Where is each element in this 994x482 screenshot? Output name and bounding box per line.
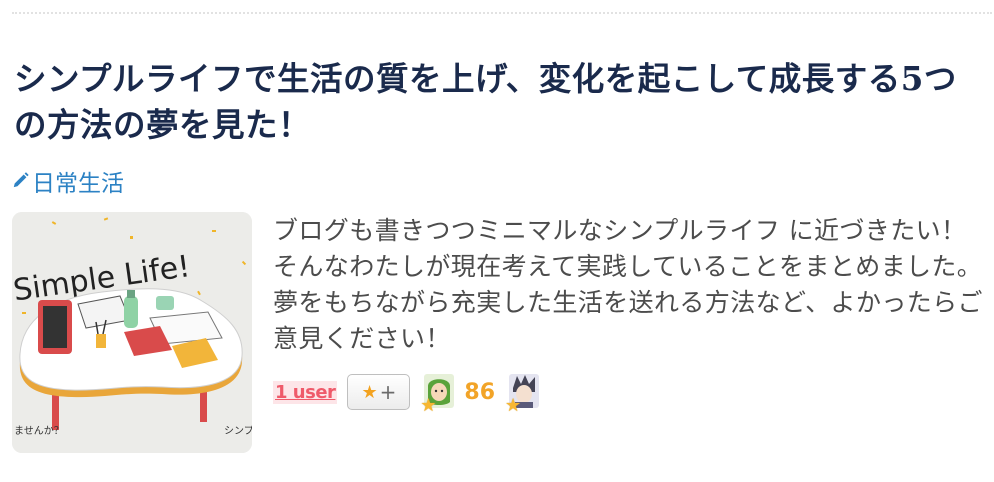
avatar[interactable]: ★ — [505, 372, 541, 416]
bookmark-users-link[interactable]: 1 user — [273, 380, 338, 404]
thumbnail-caption-left: ませんか？ — [14, 425, 64, 437]
article-thumbnail[interactable]: Simple Life! ませんか？ シンプ — [12, 212, 252, 453]
bookmark-bar: 1 user ★ + ★ 86 ★ — [273, 372, 541, 416]
star-icon: ★ — [505, 395, 522, 416]
star-count[interactable]: 86 — [464, 380, 495, 405]
article-title[interactable]: シンプルライフで生活の質を上げ、変化を起こして成長する5つの方法の夢を見た！ — [14, 56, 984, 148]
avatar[interactable]: ★ — [420, 372, 456, 416]
add-star-label: + — [379, 380, 397, 404]
pencil-icon — [12, 168, 30, 194]
category-link[interactable]: 日常生活 — [12, 166, 124, 197]
thumbnail-caption-right: シンプ — [224, 425, 252, 437]
category-label: 日常生活 — [32, 171, 124, 197]
top-divider — [12, 12, 992, 14]
star-icon: ★ — [361, 381, 378, 403]
article-excerpt: ブログも書きつつミニマルなシンプルライフ に近づきたい！そんなわたしが現在考えて… — [273, 216, 983, 353]
add-star-button[interactable]: ★ + — [347, 374, 411, 410]
star-icon: ★ — [420, 395, 437, 416]
